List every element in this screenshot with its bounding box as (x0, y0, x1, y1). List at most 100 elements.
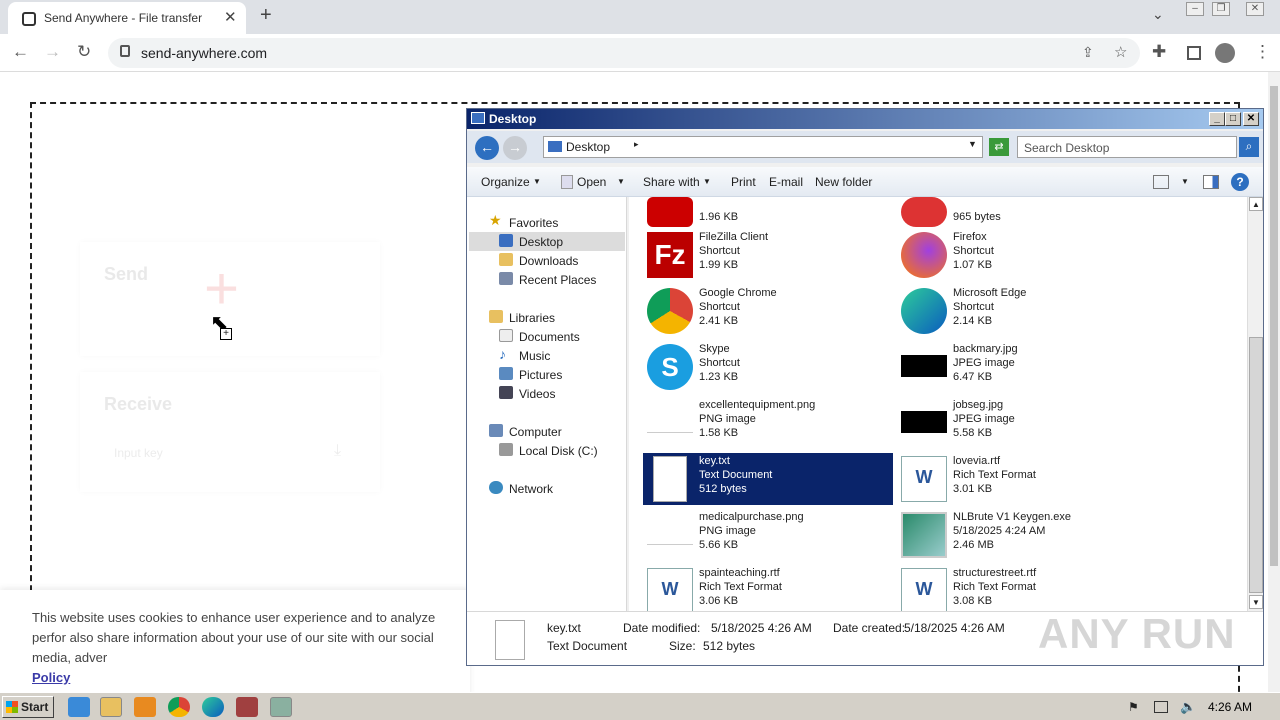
new-tab-button[interactable]: + (260, 4, 272, 27)
file-item-jobseg[interactable]: jobseg.jpg JPEG image 5.58 KB (897, 397, 1147, 449)
executable-icon (901, 512, 947, 558)
file-item-excellentequipment[interactable]: excellentequipment.png PNG image 1.58 KB (643, 397, 893, 449)
file-item-truncated-1[interactable]: 1.96 KB (643, 197, 893, 233)
file-item-structurestreet[interactable]: Wstructurestreet.rtf Rich Text Format 3.08… (897, 565, 1147, 611)
filezilla-icon: Fz (647, 232, 693, 278)
restore-window-button[interactable]: ❐ (1212, 2, 1230, 16)
reload-icon[interactable]: ↻ (77, 42, 91, 62)
nav-desktop[interactable]: Desktop (469, 232, 625, 251)
file-item-key-txt[interactable]: key.txt Text Document 512 bytes (643, 453, 893, 505)
open-dropdown-icon[interactable]: ▼ (617, 177, 625, 186)
details-name: key.txt (547, 621, 581, 635)
explorer-maximize-button[interactable]: □ (1225, 112, 1241, 126)
details-created-label: Date created: (833, 621, 906, 635)
tray-flag-icon[interactable]: ⚑ (1128, 700, 1139, 714)
search-icon[interactable]: ⌕ (1239, 137, 1259, 157)
side-panel-icon[interactable] (1187, 46, 1201, 60)
forward-arrow-icon[interactable]: → (44, 42, 61, 62)
tab-close-icon[interactable]: ✕ (224, 8, 237, 26)
download-icon[interactable]: ⤓ (334, 442, 341, 460)
explorer-titlebar[interactable]: Desktop _ □ ✕ (467, 109, 1263, 129)
send-heading: Send (104, 264, 149, 284)
explorer-search-input[interactable]: Search Desktop (1017, 136, 1237, 158)
taskbar-app-icon[interactable] (270, 697, 292, 717)
address-dropdown-icon[interactable]: ▼ (968, 139, 977, 149)
pictures-icon (499, 367, 513, 380)
organize-menu[interactable]: Organize (481, 175, 530, 189)
file-item-lovevia[interactable]: Wlovevia.rtf Rich Text Format 3.01 KB (897, 453, 1147, 505)
open-button[interactable]: Open (577, 175, 606, 189)
extensions-puzzle-icon[interactable]: ✚ (1152, 42, 1166, 62)
file-item-firefox[interactable]: Firefox Shortcut 1.07 KB (897, 229, 1147, 281)
tab-search-chevron-icon[interactable]: ⌄ (1152, 6, 1164, 23)
minimize-window-button[interactable]: – (1186, 2, 1204, 16)
explorer-minimize-button[interactable]: _ (1209, 112, 1225, 126)
taskbar-edge-icon[interactable] (202, 697, 224, 717)
help-icon[interactable]: ? (1231, 173, 1249, 191)
start-button[interactable]: Start (2, 696, 54, 718)
bookmark-star-icon[interactable]: ☆ (1114, 43, 1127, 61)
music-note-icon: ♪ (499, 346, 506, 362)
back-arrow-icon[interactable]: ← (12, 42, 29, 62)
anyrun-watermark: ANY RUN (1038, 610, 1236, 657)
address-chevron-icon[interactable]: ▸ (634, 139, 639, 150)
file-item-truncated-2[interactable]: 965 bytes (897, 197, 1147, 233)
taskbar-ie-icon[interactable] (68, 697, 90, 717)
share-icon[interactable]: ⇪ (1082, 44, 1094, 61)
taskbar-winrar-icon[interactable] (236, 697, 258, 717)
details-created-value: 5/18/2025 4:26 AM (904, 621, 1005, 635)
refresh-icon[interactable]: ⇄ (989, 138, 1009, 156)
favorites-star-icon: ★ (489, 212, 502, 228)
page-scrollbar-thumb[interactable] (1270, 86, 1278, 566)
change-view-icon[interactable] (1153, 175, 1169, 189)
file-item-filezilla[interactable]: Fz FileZilla Client Shortcut 1.99 KB (643, 229, 893, 281)
menu-kebab-icon[interactable]: ⋮ (1254, 42, 1271, 62)
word-rtf-icon: W (647, 568, 693, 611)
scroll-down-icon[interactable]: ▼ (1249, 595, 1263, 609)
close-window-button[interactable]: ✕ (1246, 2, 1264, 16)
tray-volume-icon[interactable]: 🔈 (1180, 699, 1196, 715)
firefox-icon (901, 232, 947, 278)
file-item-skype[interactable]: S Skype Shortcut 1.23 KB (643, 341, 893, 393)
view-dropdown-icon[interactable]: ▼ (1181, 177, 1189, 186)
file-item-edge[interactable]: Microsoft Edge Shortcut 2.14 KB (897, 285, 1147, 337)
organize-dropdown-icon[interactable]: ▼ (533, 177, 541, 186)
videos-icon (499, 386, 513, 399)
cookie-policy-link[interactable]: Policy (32, 670, 70, 685)
address-bar[interactable]: send-anywhere.com ⇪ ☆ (108, 38, 1140, 68)
url-text[interactable]: send-anywhere.com (141, 45, 267, 61)
scroll-thumb[interactable] (1249, 337, 1263, 593)
png-thumbnail-icon (647, 523, 693, 545)
taskbar-chrome-icon[interactable] (168, 697, 190, 717)
explorer-address-row: ← → Desktop ▸ ▼ ⇄ Search Desktop ⌕ (467, 131, 1263, 163)
tray-network-icon[interactable] (1154, 701, 1168, 713)
file-item-nlbrute[interactable]: NLBrute V1 Keygen.exe 5/18/2025 4:24 AM 2.… (897, 509, 1147, 561)
file-list-scrollbar[interactable]: ▲ ▼ (1247, 197, 1263, 611)
explorer-back-icon[interactable]: ← (475, 136, 499, 160)
taskbar-media-player-icon[interactable] (134, 697, 156, 717)
preview-pane-icon[interactable] (1203, 175, 1219, 189)
new-folder-button[interactable]: New folder (815, 175, 872, 189)
print-button[interactable]: Print (731, 175, 756, 189)
taskbar-clock[interactable]: 4:26 AM (1208, 700, 1252, 714)
browser-tab[interactable]: Send Anywhere - File transfer ✕ (8, 2, 246, 34)
page-scrollbar[interactable] (1268, 72, 1280, 692)
explorer-close-button[interactable]: ✕ (1243, 112, 1259, 126)
libraries-icon (489, 310, 503, 323)
receive-key-input[interactable]: Input key (114, 446, 163, 460)
file-item-chrome[interactable]: Google Chrome Shortcut 2.41 KB (643, 285, 893, 337)
share-with-menu[interactable]: Share with (643, 175, 700, 189)
explorer-address-box[interactable]: Desktop ▸ ▼ (543, 136, 983, 158)
explorer-forward-icon[interactable]: → (503, 136, 527, 160)
file-item-medicalpurchase[interactable]: medicalpurchase.png PNG image 5.66 KB (643, 509, 893, 561)
share-dropdown-icon[interactable]: ▼ (703, 177, 711, 186)
lock-icon (120, 45, 130, 57)
file-item-spainteaching[interactable]: Wspainteaching.rtf Rich Text Format 3.06 K… (643, 565, 893, 611)
profile-avatar-icon[interactable] (1215, 43, 1235, 63)
scroll-up-icon[interactable]: ▲ (1249, 197, 1263, 211)
network-icon (489, 481, 503, 494)
email-button[interactable]: E-mail (769, 175, 803, 189)
file-item-backmary[interactable]: backmary.jpg JPEG image 6.47 KB (897, 341, 1147, 393)
taskbar-explorer-icon[interactable] (100, 697, 122, 717)
explorer-command-bar: Organize ▼ Open ▼ Share with ▼ Print E-m… (467, 167, 1263, 197)
